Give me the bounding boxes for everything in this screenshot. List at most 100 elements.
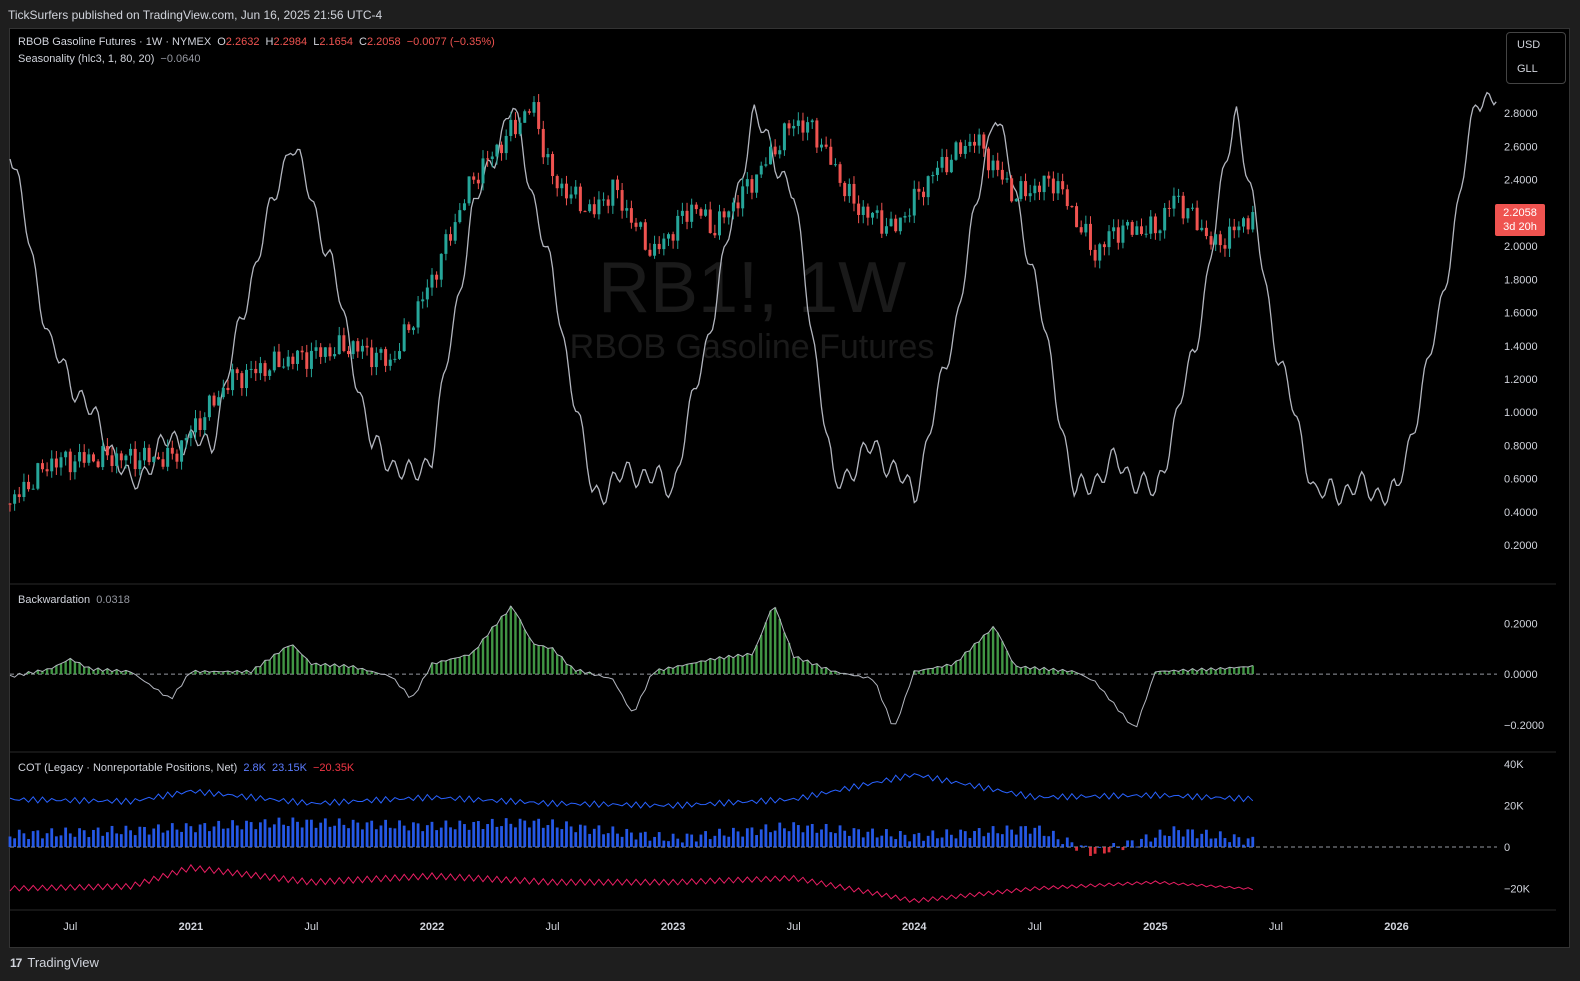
currency-usd[interactable]: USD [1517, 39, 1540, 51]
cot-histogram-bar [787, 831, 791, 847]
cot-histogram-bar [671, 833, 675, 847]
candle-body [170, 447, 174, 454]
candle-body [379, 349, 383, 353]
currency-selector[interactable]: USD GLL [1506, 32, 1566, 84]
candle-body [708, 209, 712, 233]
candle-body [986, 148, 990, 171]
candle-body [551, 154, 555, 177]
cot-histogram-bar [639, 832, 643, 847]
candle-body [328, 347, 332, 357]
cot-histogram-bar [1056, 839, 1060, 847]
candle-body [240, 373, 244, 389]
cot-histogram-bar [936, 838, 939, 847]
candle-body [843, 182, 847, 197]
cot-histogram-bar [119, 834, 123, 847]
candle-body [142, 447, 146, 461]
cot-histogram-bar [643, 831, 647, 847]
candle-body [421, 299, 425, 302]
cot-histogram-bar [704, 831, 707, 847]
cot-histogram-bar [514, 827, 517, 847]
candle-body [1228, 226, 1232, 249]
candle-body [908, 215, 912, 217]
cot-histogram-bar [370, 820, 374, 847]
cot-histogram-bar [486, 824, 490, 847]
candle-body [606, 199, 610, 206]
cot-histogram-bar [634, 839, 638, 847]
cot-histogram-bar [64, 827, 68, 847]
candle-body [314, 347, 318, 351]
candle-body [490, 156, 494, 160]
candle-body [207, 395, 211, 418]
candle-body [347, 350, 351, 355]
cot-axis-tick: 0 [1504, 842, 1510, 854]
candle-body [894, 218, 898, 232]
cot-histogram-bar [555, 827, 559, 847]
candle-body [268, 370, 272, 376]
currency-gll[interactable]: GLL [1517, 63, 1538, 75]
cot-histogram-bar [152, 828, 156, 847]
cot-histogram-bar [129, 830, 132, 847]
cot-histogram-bar [286, 825, 290, 847]
cot-histogram-bar [217, 820, 221, 847]
chart-canvas[interactable]: RB1!, 1W RBOB Gasoline Futures 2.8000 2.6… [0, 0, 1580, 949]
cot-histogram-bar [1005, 825, 1009, 847]
candle-body [50, 458, 54, 472]
backwardation-line [9, 605, 1253, 728]
cot-histogram-bar [8, 836, 12, 847]
candle-body [801, 120, 805, 133]
candle-body [416, 301, 420, 328]
cot-short-line [9, 863, 1254, 904]
candle-body [110, 455, 114, 467]
cot-histogram-bar [1093, 847, 1097, 854]
cot-histogram-bar [184, 823, 188, 847]
cot-histogram-bar [824, 823, 828, 847]
cot-histogram-bar [1098, 846, 1102, 848]
cot-histogram-bar [1107, 847, 1111, 853]
price-axis-tick: 2.0000 [1504, 241, 1538, 253]
tradingview-brand: TradingView [27, 955, 99, 970]
cot-histogram-bar [680, 842, 684, 847]
cot-histogram-bar [430, 821, 434, 847]
candle-body [17, 494, 21, 498]
time-axis-tick: Jul [1269, 921, 1283, 933]
cot-histogram-bar [713, 835, 717, 847]
candle-body [374, 352, 378, 368]
cot-histogram-bar [467, 829, 471, 847]
cot-histogram-bar [235, 825, 239, 847]
candle-body [1172, 195, 1176, 209]
cot-histogram-bar [314, 827, 318, 847]
tradingview-logo[interactable]: 17 TradingView [10, 955, 99, 970]
candle-body [588, 204, 592, 212]
cot-histogram-bar [92, 829, 95, 847]
candle-body [1163, 207, 1167, 231]
cot-histogram-bar [1209, 838, 1213, 847]
cot-histogram-bar [574, 832, 578, 847]
cot-histogram-bar [319, 822, 323, 847]
cot-histogram-bar [722, 835, 726, 847]
candle-body [351, 341, 355, 355]
cot-histogram-bar [1246, 838, 1250, 847]
cot-histogram-bar [291, 817, 295, 847]
cot-histogram-bar [648, 840, 652, 847]
cot-histogram-bar [583, 825, 587, 847]
candle-body [180, 440, 184, 462]
candle-body [337, 335, 341, 355]
cot-histogram-bar [1000, 834, 1004, 847]
cot-histogram-bar [537, 818, 541, 847]
candle-body [741, 186, 745, 209]
cot-histogram-bar [1010, 829, 1014, 847]
cot-histogram-bar [838, 825, 842, 847]
cot-histogram-bar [755, 835, 758, 847]
cot-histogram-bar [305, 819, 309, 847]
time-axis-tick: 2022 [420, 921, 444, 933]
cot-histogram-bar [685, 833, 689, 847]
candle-body [1158, 230, 1162, 234]
candle-body [806, 122, 810, 133]
cot-axis-tick: 20K [1504, 801, 1524, 813]
candle-body [184, 438, 188, 441]
candle-body [402, 324, 406, 352]
cot-histogram-bar [560, 829, 564, 847]
candle-body [96, 461, 100, 468]
price-tag-value: 2.2058 [1503, 207, 1537, 219]
cot-histogram-bar [208, 831, 211, 847]
